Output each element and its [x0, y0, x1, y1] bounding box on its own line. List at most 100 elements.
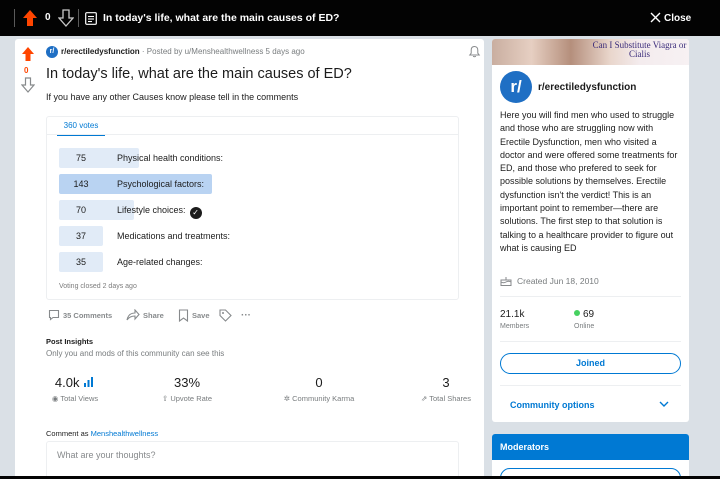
created-date: Created Jun 18, 2010	[500, 275, 599, 286]
upvote-small-icon: ⇧	[161, 394, 169, 403]
stat-value: 3	[442, 375, 450, 390]
joined-button[interactable]: Joined	[500, 353, 681, 374]
divider	[78, 9, 79, 27]
poll-option-label: Lifestyle choices:	[117, 205, 186, 215]
insights-heading: Post Insights	[46, 337, 94, 346]
moderators-card: Moderators	[492, 434, 689, 479]
share-label: Share	[143, 310, 164, 320]
tag-button[interactable]	[219, 307, 232, 323]
notification-bell-icon[interactable]	[468, 45, 481, 58]
stat-label: Upvote Rate	[170, 394, 213, 403]
comments-button[interactable]: 35 Comments	[48, 307, 112, 323]
community-name[interactable]: r/erectiledysfunction	[538, 82, 636, 93]
stat-upvote-rate: 33% ⇧ Upvote Rate	[157, 375, 217, 403]
comments-label: 35 Comments	[63, 310, 113, 320]
online-count: 69	[574, 309, 594, 320]
comment-input[interactable]: What are your thoughts?	[46, 441, 459, 479]
comment-as-label: Comment as	[46, 429, 89, 438]
divider	[500, 296, 681, 297]
text-post-icon	[85, 12, 97, 25]
poll-option-label-wrap: Age-related changes:	[117, 257, 203, 267]
divider	[500, 385, 681, 386]
poll-option-label-wrap: Lifestyle choices: ✓	[117, 205, 202, 219]
community-options-toggle[interactable]: Community options	[510, 400, 595, 410]
poll-option-label-wrap: Physical health conditions:	[117, 153, 223, 163]
members-label: Members	[500, 323, 530, 330]
community-avatar-icon[interactable]: r/	[500, 71, 532, 103]
poll-option-count: 37	[75, 231, 86, 241]
close-button[interactable]: Close	[650, 12, 691, 24]
downvote-icon[interactable]	[21, 77, 35, 93]
stat-label: Community Karma	[292, 394, 355, 403]
share-icon	[126, 309, 140, 321]
post-vote-count: 0	[24, 66, 29, 75]
close-label: Close	[664, 13, 692, 24]
divider	[14, 9, 15, 27]
stat-community-karma: 0 ✲ Community Karma	[277, 375, 361, 403]
stat-total-views: 4.0k ◉ Total Views	[45, 375, 105, 403]
moderators-heading: Moderators	[492, 434, 689, 460]
online-value: 69	[583, 309, 595, 320]
ad-banner[interactable]: Can I Substitute Viagra or Cialis	[492, 39, 689, 65]
insights-subtext: Only you and mods of this community can …	[46, 349, 225, 358]
poll-option-label: Physical health conditions:	[117, 153, 224, 163]
chevron-down-icon[interactable]	[659, 400, 669, 408]
poll-option-label: Medications and treatments:	[117, 231, 231, 241]
bookmark-icon	[178, 308, 189, 322]
poll-option-count: 70	[75, 205, 86, 215]
cake-icon	[500, 277, 512, 286]
banner-text: Can I Substitute Viagra or Cialis	[592, 40, 687, 59]
stat-value: 33%	[173, 375, 201, 390]
downvote-arrow-icon[interactable]	[58, 9, 74, 27]
stat-total-shares: 3 ⇗ Total Shares	[411, 375, 481, 403]
top-bar-title: In today's life, what are the main cause…	[103, 12, 340, 24]
poll-option-count: 35	[75, 257, 86, 267]
posted-by: · Posted by u/Menshealthwellness 5 days …	[141, 47, 305, 56]
checkmark-icon: ✓	[189, 207, 202, 219]
divider	[47, 134, 458, 135]
post-top-bar: 0 In today's life, what are the main cau…	[0, 0, 720, 36]
members-count: 21.1k	[500, 309, 525, 320]
post-card: 0 r/ r/erectiledysfunction · Posted by u…	[15, 39, 484, 479]
poll-option-count: 143	[73, 179, 89, 189]
poll: 360 votes 75 Physical health conditions: 1…	[46, 116, 459, 300]
online-label: Online	[574, 323, 595, 330]
comment-username-link[interactable]: Menshealthwellness	[91, 429, 159, 438]
poll-option-label: Age-related changes:	[117, 257, 203, 267]
post-title: In today's life, what are the main cause…	[46, 66, 352, 82]
created-label: Created Jun 18, 2010	[517, 275, 599, 286]
comment-placeholder: What are your thoughts?	[57, 450, 156, 460]
online-dot-icon	[574, 310, 580, 316]
poll-option-label-wrap: Medications and treatments:	[117, 231, 230, 241]
more-options-button[interactable]: ···	[241, 307, 251, 323]
stat-label: Total Shares	[429, 394, 471, 403]
stat-value: 0	[315, 375, 323, 390]
vote-count: 0	[45, 12, 51, 23]
community-sidebar: Can I Substitute Viagra or Cialis r/ r/e…	[492, 39, 689, 422]
eye-icon: ◉	[51, 394, 59, 403]
share-small-icon: ⇗	[421, 394, 428, 403]
stat-label: Total Views	[60, 394, 99, 403]
comment-as: Comment as Menshealthwellness	[46, 429, 158, 438]
save-button[interactable]: Save	[178, 307, 210, 323]
poll-option-label: Psychological factors:	[117, 179, 205, 189]
tag-icon	[219, 308, 232, 322]
close-icon	[650, 12, 661, 23]
divider	[500, 341, 681, 342]
poll-option-label-wrap: Psychological factors:	[117, 179, 204, 189]
karma-icon: ✲	[283, 394, 291, 403]
stat-value: 4.0k	[54, 375, 80, 390]
poll-footer: Voting closed 2 days ago	[59, 283, 137, 290]
upvote-icon[interactable]	[21, 46, 35, 62]
poll-option-count: 75	[75, 153, 86, 163]
post-meta: r/erectiledysfunction · Posted by u/Mens…	[61, 47, 305, 56]
subreddit-link[interactable]: r/erectiledysfunction	[61, 47, 140, 56]
share-button[interactable]: Share	[126, 307, 164, 323]
upvote-arrow-icon[interactable]	[22, 9, 38, 27]
post-body: If you have any other Causes know please…	[46, 92, 299, 102]
community-description: Here you will find men who used to strug…	[500, 110, 678, 253]
save-label: Save	[192, 310, 210, 320]
bar-chart-icon[interactable]	[83, 377, 95, 387]
comment-icon	[48, 309, 60, 321]
subreddit-avatar-icon[interactable]: r/	[46, 46, 58, 58]
